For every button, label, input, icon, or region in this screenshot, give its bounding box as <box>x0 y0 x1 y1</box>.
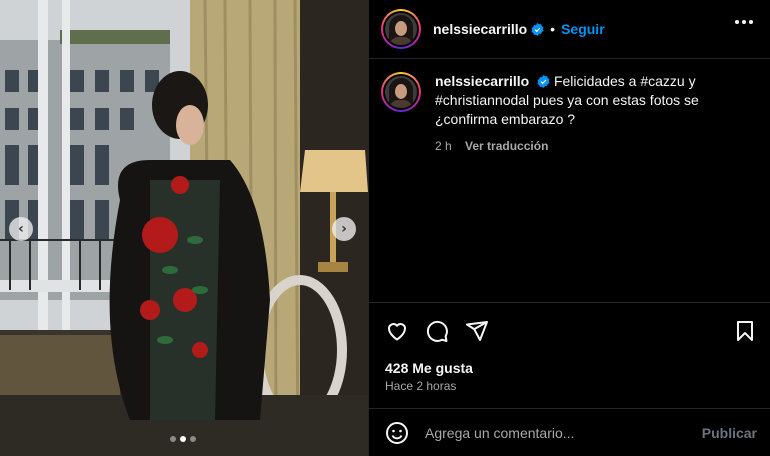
avatar[interactable] <box>381 9 421 49</box>
emoji-icon[interactable] <box>385 421 409 445</box>
chevron-left-icon: ‹ <box>18 221 24 237</box>
more-icon[interactable] <box>735 20 753 24</box>
bookmark-icon[interactable] <box>733 319 757 343</box>
action-icons <box>385 319 489 343</box>
username-link[interactable]: nelssiecarrillo <box>433 21 527 37</box>
caption-text-block: nelssiecarrillo Felicidades a #cazzu y #… <box>435 72 735 156</box>
carousel-dot-active <box>180 436 186 442</box>
action-bar: 428 Me gusta Hace 2 horas Publicar <box>369 302 770 456</box>
avatar-shirt <box>390 37 412 45</box>
comment-icon[interactable] <box>425 319 449 343</box>
post-header: nelssiecarrillo • Seguir <box>369 0 770 59</box>
caption-meta: 2 h Ver traducción <box>435 137 735 156</box>
post-photo[interactable]: ‹ › <box>0 0 368 456</box>
caption-avatar[interactable] <box>381 72 421 112</box>
avatar-face <box>395 84 407 99</box>
post-panel: nelssiecarrillo • Seguir nelssiecarrillo… <box>368 0 770 456</box>
next-photo-button[interactable]: › <box>332 217 356 241</box>
caption-username[interactable]: nelssiecarrillo <box>435 73 529 89</box>
caption-age: 2 h <box>435 139 452 153</box>
header-separator: • <box>550 21 556 37</box>
previous-photo-button[interactable]: ‹ <box>9 217 33 241</box>
save-button[interactable] <box>733 319 757 343</box>
post-image <box>0 0 368 456</box>
translate-link[interactable]: Ver traducción <box>465 139 548 153</box>
comment-input[interactable] <box>425 425 695 441</box>
avatar-shirt <box>390 100 412 108</box>
follow-button[interactable]: Seguir <box>561 21 605 37</box>
carousel-indicator <box>170 436 196 442</box>
avatar-face <box>395 21 407 36</box>
verified-icon <box>537 75 550 88</box>
posted-time: Hace 2 horas <box>385 379 457 393</box>
share-icon[interactable] <box>465 319 489 343</box>
chevron-right-icon: › <box>341 221 347 237</box>
avatar-image <box>383 11 419 47</box>
carousel-dot <box>190 436 196 442</box>
avatar-image <box>383 74 419 110</box>
add-comment-bar: Publicar <box>369 408 770 456</box>
caption: nelssiecarrillo Felicidades a #cazzu y #… <box>381 72 761 156</box>
like-count[interactable]: 428 Me gusta <box>385 360 473 376</box>
publish-button[interactable]: Publicar <box>702 425 757 441</box>
carousel-dot <box>170 436 176 442</box>
heart-icon[interactable] <box>385 319 409 343</box>
verified-icon <box>531 22 544 36</box>
